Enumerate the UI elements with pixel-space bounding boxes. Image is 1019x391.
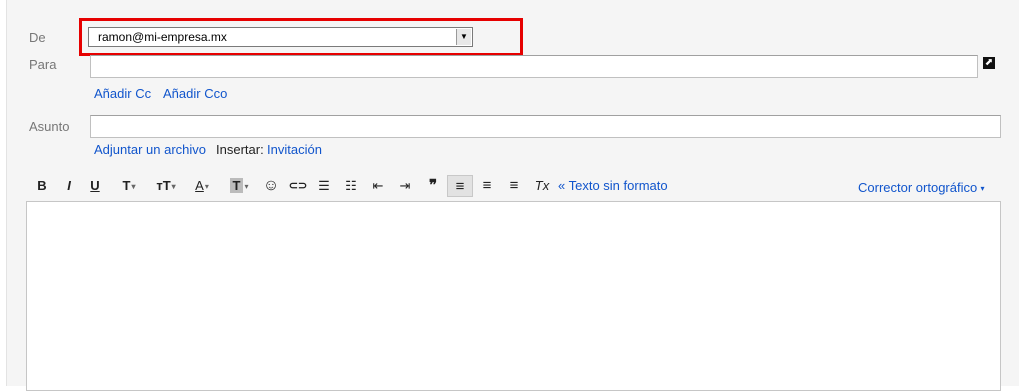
font-glyph: T bbox=[122, 178, 131, 193]
font-icon[interactable]: T▾ bbox=[114, 175, 144, 197]
plain-text-link[interactable]: « Texto sin formato bbox=[558, 178, 668, 193]
highlight-color-glyph: T bbox=[229, 178, 244, 193]
attach-file-link[interactable]: Adjuntar un archivo bbox=[94, 142, 206, 157]
to-field[interactable] bbox=[90, 55, 978, 78]
font-size-glyph: ᴛT bbox=[156, 178, 171, 193]
indent-more-icon[interactable]: ⇥ bbox=[396, 175, 414, 197]
chevron-down-icon: ▾ bbox=[204, 181, 209, 191]
align-left-icon[interactable]: ≡ bbox=[447, 175, 473, 197]
text-color-glyph: A bbox=[195, 178, 204, 193]
quote-icon[interactable]: ❞ bbox=[424, 175, 442, 197]
chevron-down-icon: ▾ bbox=[131, 181, 136, 191]
chevron-down-icon: ▾ bbox=[978, 184, 985, 194]
subject-label: Asunto bbox=[29, 119, 70, 134]
from-label: De bbox=[29, 30, 46, 45]
text-color-icon[interactable]: A▾ bbox=[187, 175, 217, 197]
italic-icon[interactable]: I bbox=[61, 175, 77, 197]
highlight-box bbox=[79, 18, 523, 56]
to-label: Para bbox=[29, 57, 57, 72]
numbered-list-icon[interactable]: ☰ bbox=[315, 175, 333, 197]
link-icon[interactable]: ⊂⊃ bbox=[287, 175, 309, 197]
align-right-icon[interactable]: ≡ bbox=[505, 175, 523, 197]
highlight-color-icon[interactable]: T ▾ bbox=[223, 175, 255, 197]
font-size-icon[interactable]: ᴛT▾ bbox=[150, 175, 182, 197]
chevron-down-icon: ▾ bbox=[244, 181, 249, 191]
indent-less-icon[interactable]: ⇤ bbox=[369, 175, 387, 197]
bold-icon[interactable]: B bbox=[34, 175, 50, 197]
add-bcc-link[interactable]: Añadir Cco bbox=[163, 86, 227, 101]
invitation-link[interactable]: Invitación bbox=[267, 142, 322, 157]
chevron-down-icon: ▾ bbox=[171, 181, 176, 191]
emoji-icon[interactable]: ☺ bbox=[262, 175, 280, 197]
insert-label: Insertar: bbox=[216, 142, 264, 157]
popout-icon[interactable]: ⬈ bbox=[983, 57, 995, 69]
subject-field[interactable] bbox=[90, 115, 1001, 138]
align-center-icon[interactable]: ≡ bbox=[478, 175, 496, 197]
bulleted-list-icon[interactable]: ☷ bbox=[342, 175, 360, 197]
message-body-editor[interactable] bbox=[26, 201, 1001, 391]
spellcheck-label: Corrector ortográfico bbox=[858, 180, 978, 195]
spellcheck-link[interactable]: Corrector ortográfico ▾ bbox=[858, 180, 984, 195]
remove-format-icon[interactable]: Tx bbox=[532, 175, 552, 197]
underline-icon[interactable]: U bbox=[87, 175, 103, 197]
add-cc-link[interactable]: Añadir Cc bbox=[94, 86, 151, 101]
